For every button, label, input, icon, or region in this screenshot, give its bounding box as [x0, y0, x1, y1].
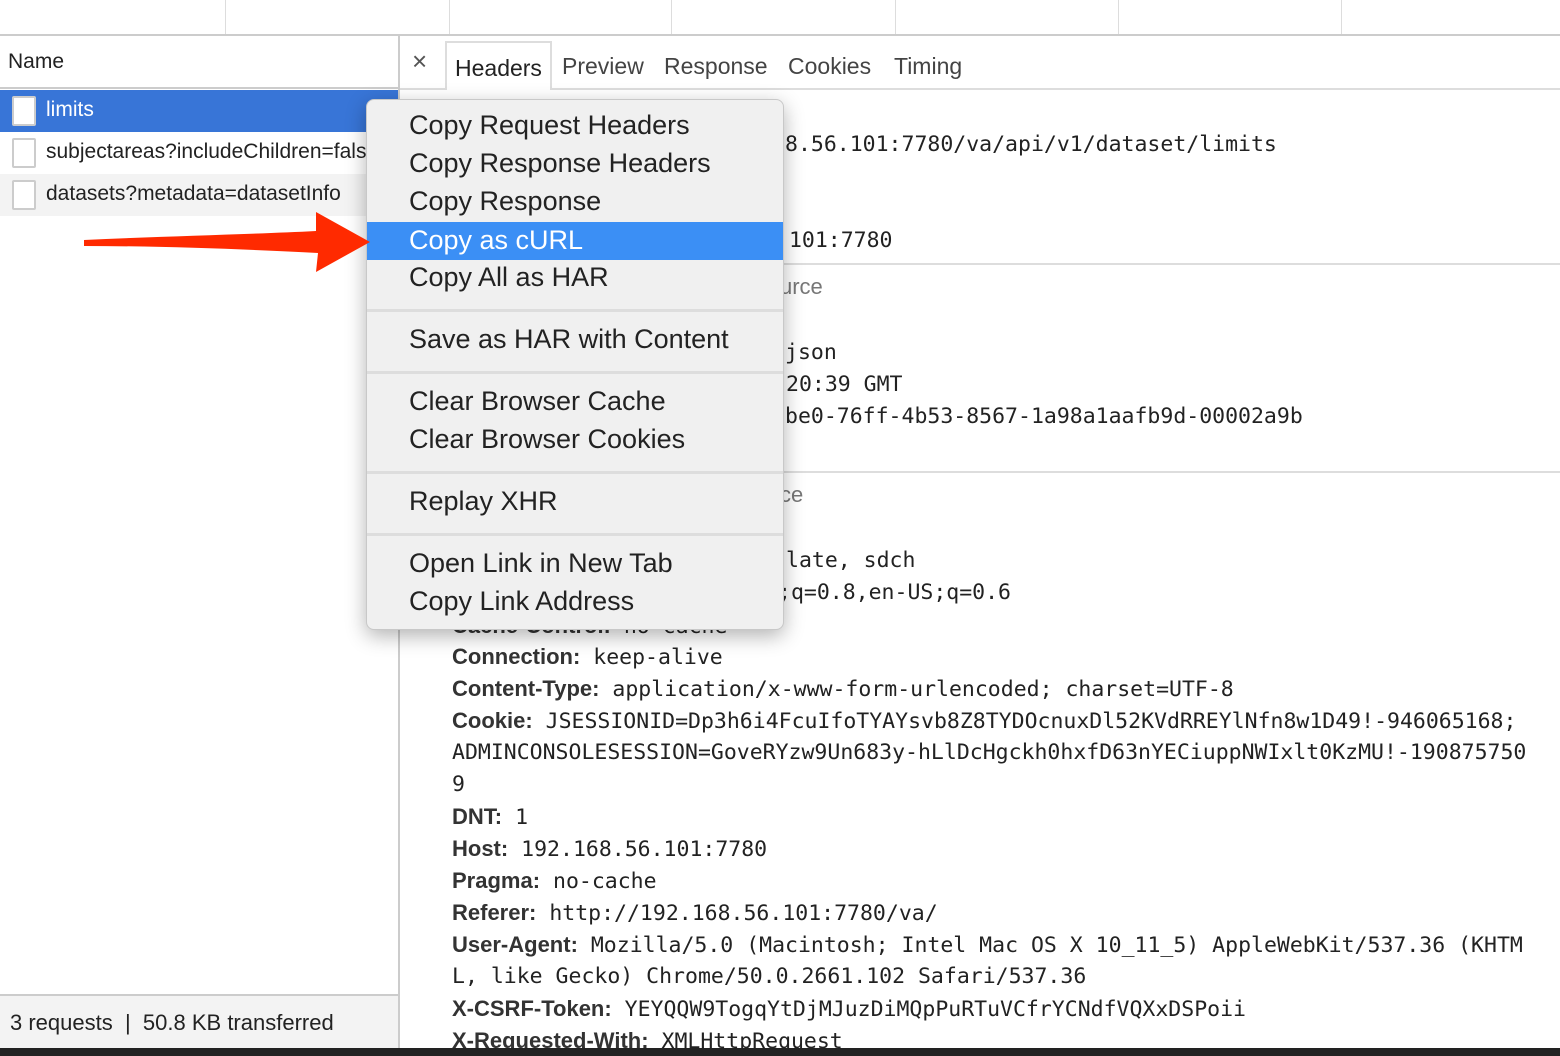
header-value-fragment: 20:39 GMT [786, 372, 903, 397]
header-value: Mozilla/5.0 (Macintosh; Intel Mac OS X 1… [590, 933, 1523, 958]
request-name: datasets?metadata=datasetInfo [46, 182, 341, 205]
toolbar-divider [671, 0, 672, 34]
document-icon [12, 180, 36, 210]
header-row: Host: 192.168.56.101:7780 [452, 836, 767, 862]
header-row: ADMINCONSOLESESSION=GoveRYzw9Un683y-hLlD… [452, 740, 1526, 765]
header-value: no-cache [553, 869, 657, 894]
menu-item-replay-xhr[interactable]: Replay XHR [367, 483, 783, 521]
header-row: Connection: keep-alive [452, 644, 723, 670]
tab-timing[interactable]: Timing [886, 41, 970, 90]
document-icon [12, 96, 36, 126]
close-icon[interactable]: × [412, 46, 427, 77]
header-value: ADMINCONSOLESESSION=GoveRYzw9Un683y-hLlD… [452, 740, 1527, 765]
header-value: 9 [452, 772, 465, 797]
header-row: X-CSRF-Token: YEYQQW9TogqYtDjMJuzDiMQpPu… [452, 996, 1246, 1022]
header-row: 9 [452, 772, 465, 797]
header-key: X-CSRF-Token: [452, 996, 612, 1021]
header-row: Content-Type: application/x-www-form-url… [452, 676, 1234, 702]
toolbar-divider [225, 0, 226, 34]
header-row: DNT: 1 [452, 804, 528, 830]
transferred-size: 50.8 KB transferred [142, 1010, 334, 1035]
header-value-fragment: be0-76ff-4b53-8567-1a98a1aafb9d-00002a9b [785, 404, 1303, 429]
header-row: Cookie: JSESSIONID=Dp3h6i4FcuIfoTYAYsvb8… [452, 708, 1516, 734]
request-row-subjectareas[interactable]: subjectareas?includeChildren=fals [0, 132, 398, 174]
header-value: keep-alive [593, 645, 723, 670]
menu-item-clear-browser-cache[interactable]: Clear Browser Cache [367, 383, 783, 421]
header-row: Referer: http://192.168.56.101:7780/va/ [452, 900, 938, 926]
header-key: Connection: [452, 644, 581, 669]
header-value-fragment: ;q=0.8,en-US;q=0.6 [778, 580, 1011, 605]
header-key: DNT: [452, 804, 503, 829]
name-column-header[interactable]: Name [0, 36, 398, 89]
desktop-edge [0, 1048, 1560, 1056]
request-row-limits[interactable]: limits [0, 90, 398, 132]
menu-item-copy-response[interactable]: Copy Response [367, 183, 783, 221]
section-header-fragment[interactable]: urce [780, 274, 823, 300]
header-value: 192.168.56.101:7780 [521, 837, 768, 862]
header-value-fragment: late, sdch [786, 548, 916, 573]
header-row: Pragma: no-cache [452, 868, 657, 894]
header-key: User-Agent: [452, 932, 578, 957]
arrow-icon [84, 212, 370, 272]
tab-headers[interactable]: Headers [445, 41, 552, 90]
footer-divider: | [124, 1010, 131, 1035]
context-menu: Copy Request Headers Copy Response Heade… [366, 99, 784, 630]
toolbar-divider [895, 0, 896, 34]
header-value: application/x-www-form-urlencoded; chars… [612, 677, 1234, 702]
header-row: L, like Gecko) Chrome/50.0.2661.102 Safa… [452, 964, 1086, 989]
status-footer: 3 requests | 50.8 KB transferred [0, 994, 398, 1048]
header-key: Content-Type: [452, 676, 600, 701]
toolbar-divider [1341, 0, 1342, 34]
menu-item-save-as-har[interactable]: Save as HAR with Content [367, 321, 783, 359]
request-name: subjectareas?includeChildren=fals [46, 140, 367, 163]
document-icon [12, 138, 36, 168]
header-key: Referer: [452, 900, 537, 925]
menu-separator [367, 309, 783, 312]
menu-item-copy-as-curl[interactable]: Copy as cURL [367, 222, 783, 260]
header-value: L, like Gecko) Chrome/50.0.2661.102 Safa… [452, 964, 1087, 989]
header-key: Pragma: [452, 868, 541, 893]
menu-separator [367, 533, 783, 536]
header-value-fragment: json [785, 340, 837, 365]
menu-separator [367, 371, 783, 374]
menu-separator [367, 471, 783, 474]
menu-item-copy-response-headers[interactable]: Copy Response Headers [367, 145, 783, 183]
red-arrow-annotation [84, 212, 370, 272]
header-value: http://192.168.56.101:7780/va/ [549, 901, 938, 926]
toolbar-divider [449, 0, 450, 34]
request-list-panel: Name limits subjectareas?includeChildren… [0, 36, 400, 1048]
header-row: User-Agent: Mozilla/5.0 (Macintosh; Inte… [452, 932, 1523, 958]
menu-item-copy-request-headers[interactable]: Copy Request Headers [367, 107, 783, 145]
request-name: limits [46, 98, 94, 121]
request-url-fragment: 8.56.101:7780/va/api/v1/dataset/limits [785, 132, 1277, 157]
header-key: Cookie: [452, 708, 533, 733]
header-value: YEYQQW9TogqYtDjMJuzDiMQpPuRTuVCfrYCNdfVQ… [624, 997, 1246, 1022]
menu-item-copy-all-as-har[interactable]: Copy All as HAR [367, 259, 783, 297]
remote-address-fragment: .101:7780 [776, 228, 893, 253]
top-toolbar-strip [0, 0, 1560, 36]
menu-item-clear-browser-cookies[interactable]: Clear Browser Cookies [367, 421, 783, 459]
tab-preview[interactable]: Preview [554, 41, 652, 90]
header-value: 1 [515, 805, 529, 830]
tab-cookies[interactable]: Cookies [780, 41, 879, 90]
tab-response[interactable]: Response [656, 41, 776, 90]
menu-item-open-link-new-tab[interactable]: Open Link in New Tab [367, 545, 783, 583]
menu-item-copy-link-address[interactable]: Copy Link Address [367, 583, 783, 621]
detail-tabs: × Headers Preview Response Cookies Timin… [400, 36, 1560, 90]
header-key: Host: [452, 836, 509, 861]
header-value: JSESSIONID=Dp3h6i4FcuIfoTYAYsvb8Z8TYDOcn… [545, 709, 1517, 734]
toolbar-divider [1118, 0, 1119, 34]
request-count: 3 requests [10, 1010, 113, 1035]
